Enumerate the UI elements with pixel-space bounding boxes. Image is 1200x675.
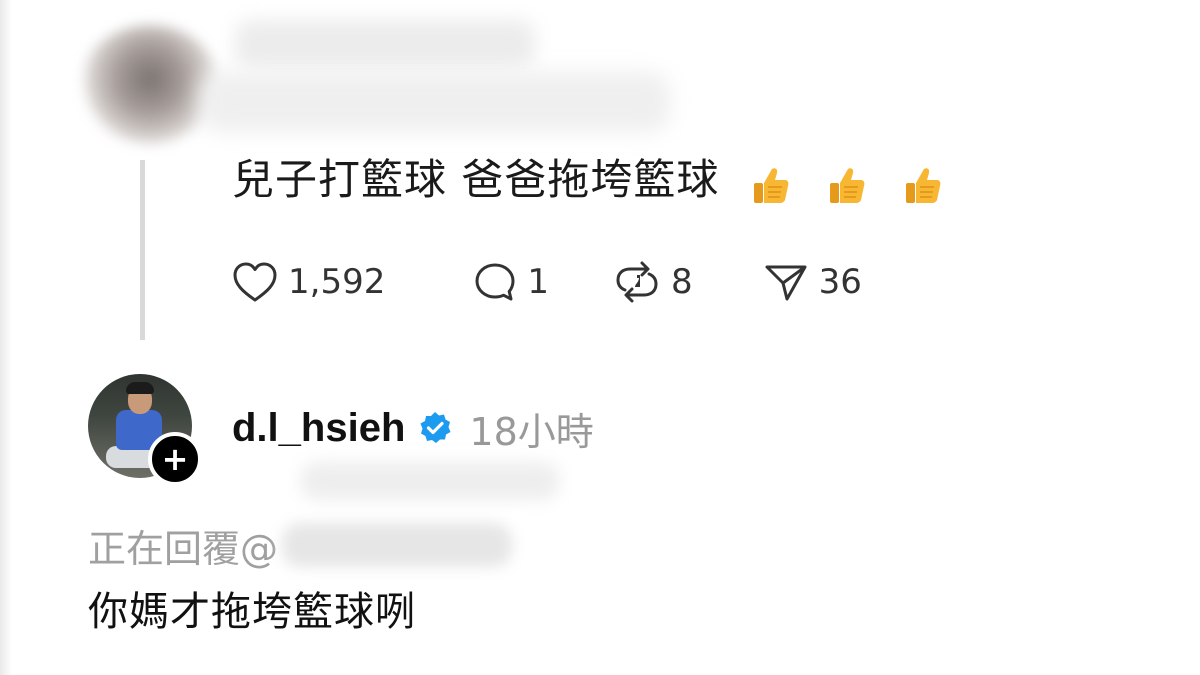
thread-connector-line (140, 160, 145, 340)
thumbs-up-icon (906, 168, 941, 203)
plus-icon: + (161, 440, 189, 478)
share-icon (765, 265, 807, 301)
thumbs-up-icon (830, 168, 865, 203)
like-button[interactable]: 1,592 (232, 261, 385, 303)
blurred-header (200, 72, 670, 132)
left-edge-divider (0, 0, 12, 675)
threads-reply-view: 兒子打籃球 爸爸拖垮籃球 1,592 1 8 36 + d.l_hsieh 18… (0, 0, 1200, 675)
thumbs-up-emoji-group (748, 151, 963, 215)
share-button[interactable]: 36 (763, 261, 862, 303)
avatar-figure-hair (126, 382, 154, 394)
repost-count: 8 (670, 262, 693, 302)
post-action-bar: 1,592 1 8 36 (232, 252, 922, 312)
share-count: 36 (818, 262, 862, 302)
repost-button[interactable]: 8 (613, 260, 693, 304)
blurred-avatar (80, 25, 220, 145)
reply-post-text: 你媽才拖垮籃球咧 (88, 589, 416, 635)
comment-icon (475, 263, 515, 301)
blurred-username (235, 20, 535, 68)
blurred-mention-handle (282, 523, 513, 567)
parent-post-body: 兒子打籃球 爸爸拖垮籃球 (232, 155, 720, 204)
username[interactable]: d.l_hsieh (232, 406, 405, 451)
post-timestamp: 18小時 (469, 409, 594, 454)
parent-post-text: 兒子打籃球 爸爸拖垮籃球 (232, 148, 962, 215)
reply-count: 1 (527, 262, 549, 302)
replying-to-label: 正在回覆@ (88, 526, 279, 571)
verified-badge-icon (420, 412, 451, 443)
thumbs-up-icon (753, 168, 789, 203)
blurred-mention-overlay (300, 462, 560, 500)
replying-to-line: 正在回覆@ (88, 515, 513, 575)
follow-button[interactable]: + (148, 432, 202, 486)
repost-icon (616, 261, 658, 303)
reply-header: d.l_hsieh 18小時 (232, 398, 594, 458)
like-count: 1,592 (288, 262, 386, 302)
heart-icon (233, 262, 277, 302)
reply-button[interactable]: 1 (473, 261, 549, 303)
